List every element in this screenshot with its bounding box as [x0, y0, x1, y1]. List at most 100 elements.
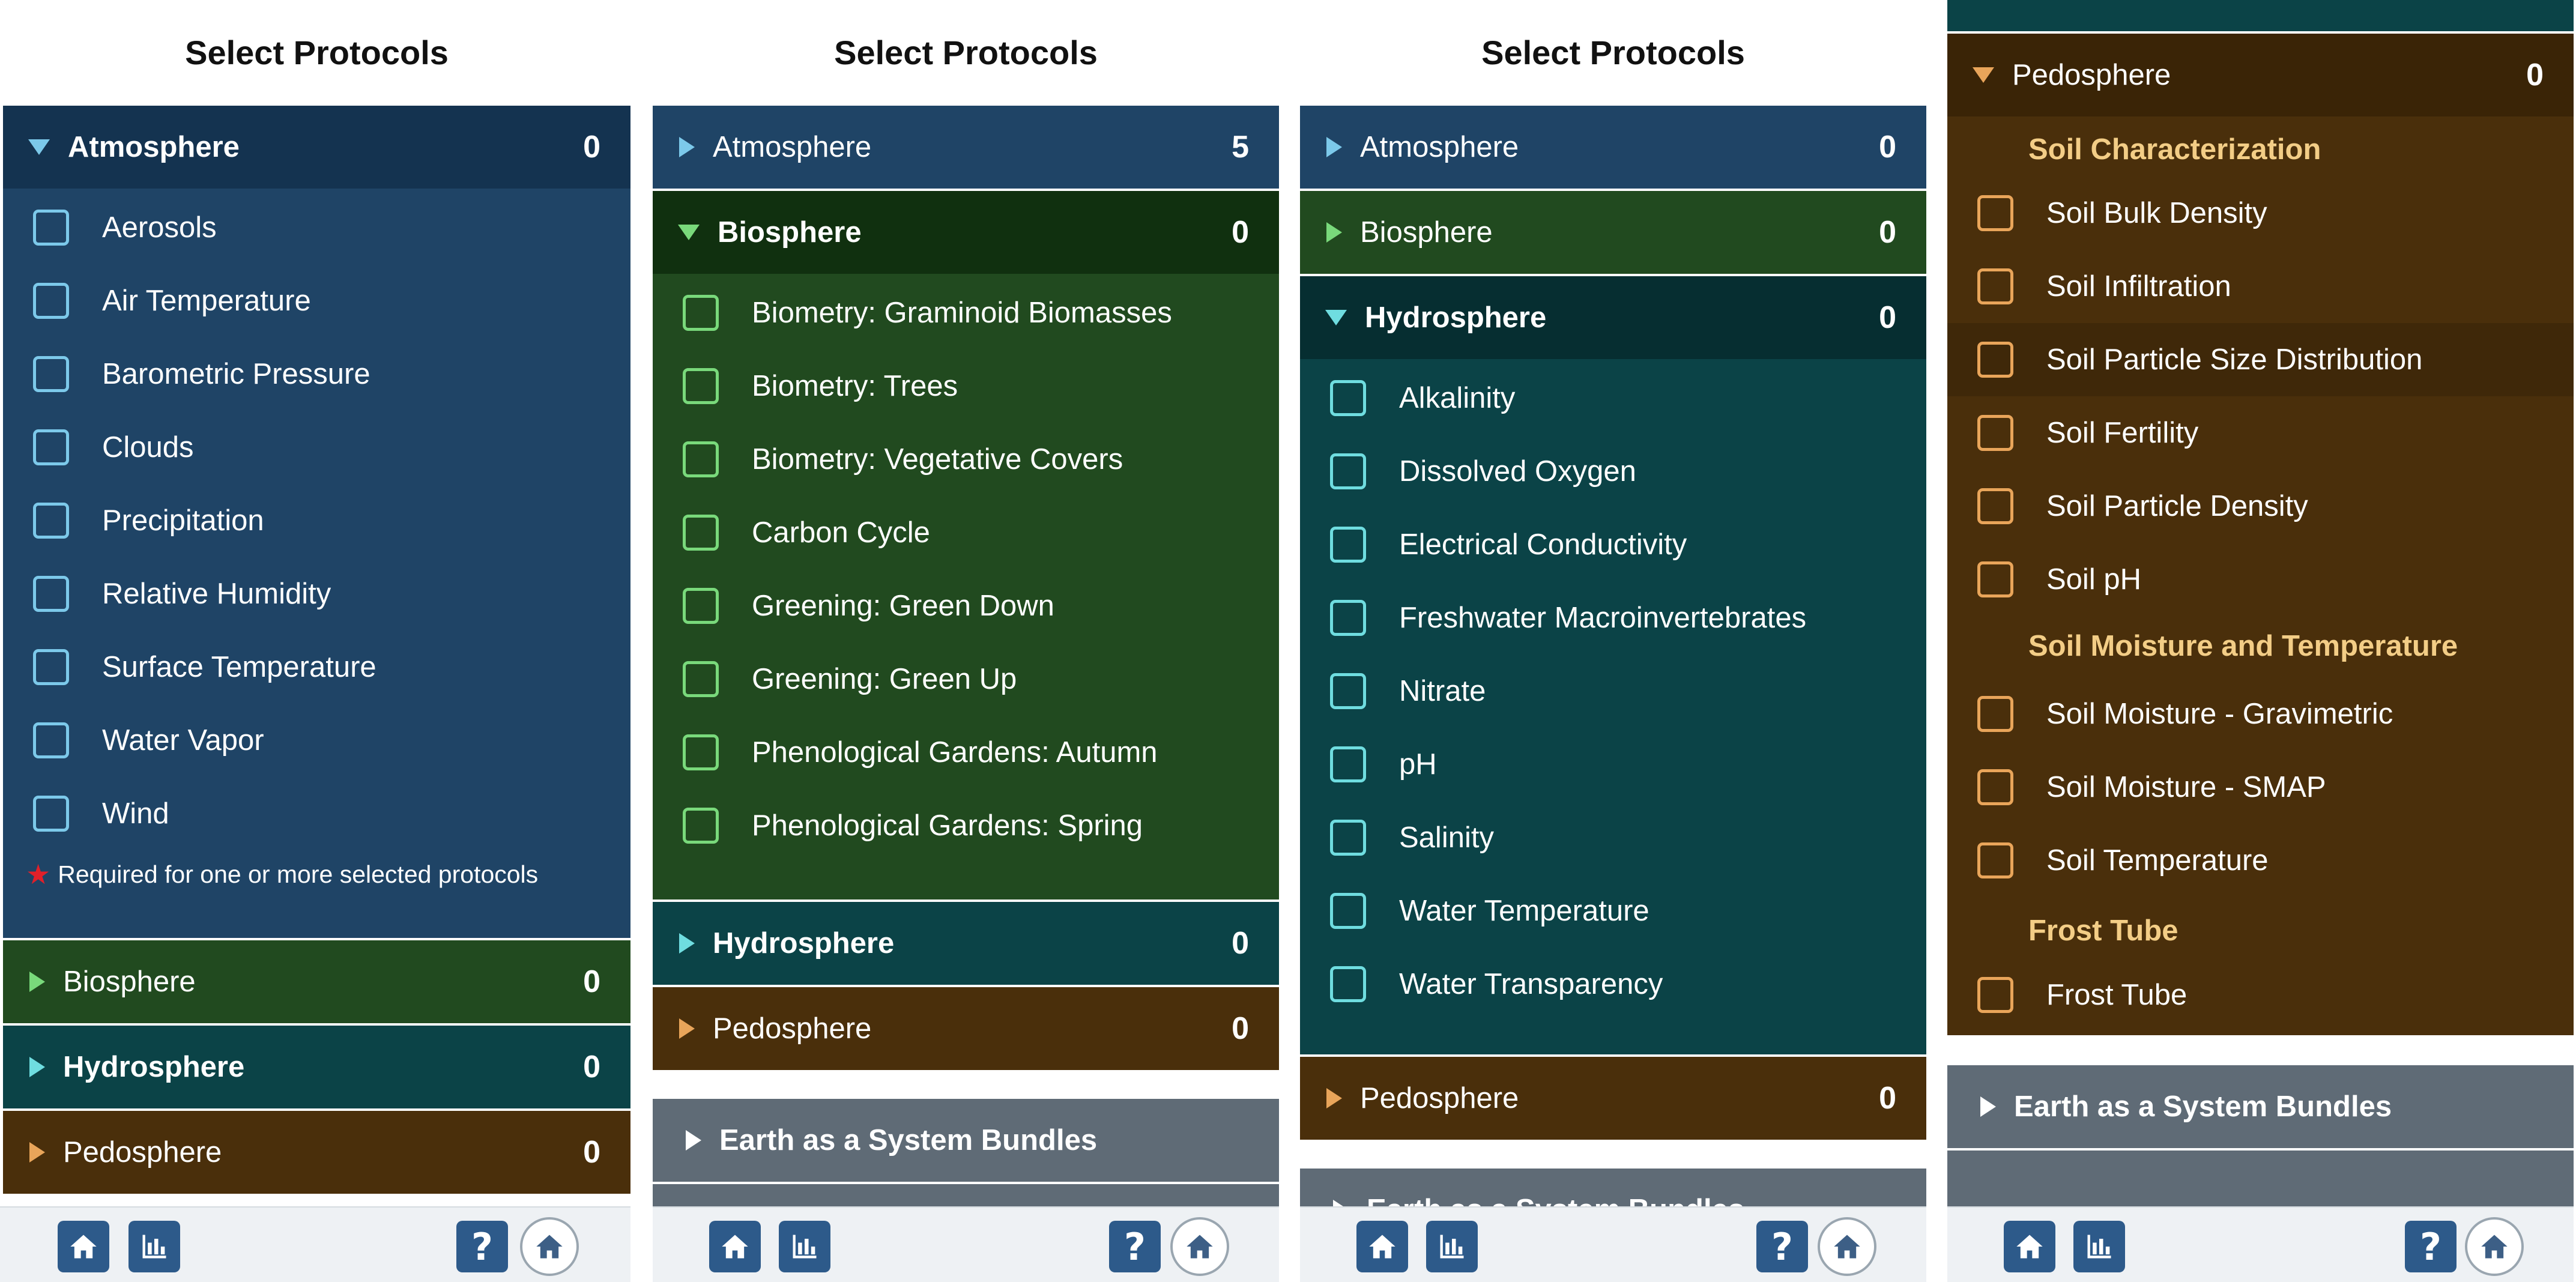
checkbox[interactable]: [1977, 488, 2013, 524]
checkbox[interactable]: [1977, 561, 2013, 597]
protocol-item-green-up[interactable]: Greening: Green Up: [653, 643, 1279, 716]
protocol-item-barometric-pressure[interactable]: Barometric Pressure: [3, 337, 630, 411]
checkbox[interactable]: [33, 796, 69, 832]
protocol-item-water-vapor[interactable]: Water Vapor: [3, 704, 630, 777]
biosphere-header[interactable]: Biosphere 0: [1300, 191, 1926, 274]
protocol-item-frost-tube[interactable]: Frost Tube: [1947, 958, 2574, 1032]
atmosphere-header[interactable]: Atmosphere 5: [653, 106, 1279, 189]
checkbox[interactable]: [33, 649, 69, 685]
checkbox[interactable]: [33, 503, 69, 539]
pedosphere-header[interactable]: Pedosphere 0: [3, 1111, 630, 1194]
checkbox[interactable]: [1977, 268, 2013, 304]
stats-button[interactable]: [2073, 1221, 2125, 1272]
protocol-item-graminoid[interactable]: Biometry: Graminoid Biomasses: [653, 276, 1279, 349]
protocol-item-surface-temperature[interactable]: Surface Temperature: [3, 630, 630, 704]
checkbox[interactable]: [1330, 380, 1366, 416]
stats-button[interactable]: [779, 1221, 830, 1272]
protocol-item-soil-infiltration[interactable]: Soil Infiltration: [1947, 250, 2574, 323]
checkbox[interactable]: [33, 283, 69, 319]
checkbox[interactable]: [1330, 453, 1366, 489]
protocol-item-trees[interactable]: Biometry: Trees: [653, 349, 1279, 423]
protocol-item-wind[interactable]: Wind: [3, 777, 630, 850]
protocol-item-air-temperature[interactable]: Air Temperature: [3, 264, 630, 337]
protocol-item-electrical-conductivity[interactable]: Electrical Conductivity: [1300, 508, 1926, 581]
globe-home-button[interactable]: [520, 1217, 579, 1276]
protocol-item-gardens-autumn[interactable]: Phenological Gardens: Autumn: [653, 716, 1279, 789]
protocol-item-aerosols[interactable]: Aerosols: [3, 191, 630, 264]
protocol-item-vegetative-covers[interactable]: Biometry: Vegetative Covers: [653, 423, 1279, 496]
checkbox[interactable]: [33, 429, 69, 465]
checkbox[interactable]: [1977, 195, 2013, 231]
biosphere-header[interactable]: Biosphere 0: [3, 940, 630, 1023]
home-button[interactable]: [1356, 1221, 1408, 1272]
protocol-item-soil-particle-size[interactable]: Soil Particle Size Distribution: [1947, 323, 2574, 396]
hydrosphere-header[interactable]: Hydrosphere 0: [653, 902, 1279, 985]
checkbox[interactable]: [683, 808, 719, 844]
checkbox[interactable]: [683, 295, 719, 331]
protocol-item-green-down[interactable]: Greening: Green Down: [653, 569, 1279, 643]
checkbox[interactable]: [33, 356, 69, 392]
protocol-item-ph[interactable]: pH: [1300, 728, 1926, 801]
help-button[interactable]: ?: [2405, 1221, 2457, 1272]
protocol-item-water-temperature[interactable]: Water Temperature: [1300, 874, 1926, 948]
protocol-item-soil-bulk-density[interactable]: Soil Bulk Density: [1947, 177, 2574, 250]
globe-home-button[interactable]: [1170, 1217, 1229, 1276]
checkbox[interactable]: [1330, 820, 1366, 856]
checkbox[interactable]: [1330, 673, 1366, 709]
protocol-item-relative-humidity[interactable]: Relative Humidity: [3, 557, 630, 630]
checkbox[interactable]: [683, 441, 719, 477]
hydrosphere-header[interactable]: Hydrosphere 0: [3, 1026, 630, 1108]
atmosphere-header[interactable]: Atmosphere 0: [3, 106, 630, 189]
hydrosphere-header[interactable]: Hydrosphere 0: [1300, 276, 1926, 359]
biosphere-header[interactable]: Biosphere 0: [653, 191, 1279, 274]
protocol-item-soil-particle-density[interactable]: Soil Particle Density: [1947, 470, 2574, 543]
atmosphere-header[interactable]: Atmosphere 0: [1300, 106, 1926, 189]
bundles-header[interactable]: Earth as a System Bundles: [1947, 1065, 2574, 1148]
bundles-header[interactable]: Earth as a System Bundles: [653, 1099, 1279, 1182]
protocol-item-clouds[interactable]: Clouds: [3, 411, 630, 484]
checkbox[interactable]: [1977, 342, 2013, 378]
protocol-item-dissolved-oxygen[interactable]: Dissolved Oxygen: [1300, 435, 1926, 508]
protocol-item-soil-temperature[interactable]: Soil Temperature: [1947, 824, 2574, 897]
protocol-item-soil-ph[interactable]: Soil pH: [1947, 543, 2574, 616]
help-button[interactable]: ?: [1109, 1221, 1161, 1272]
checkbox[interactable]: [683, 661, 719, 697]
help-button[interactable]: ?: [1756, 1221, 1808, 1272]
stats-button[interactable]: [1426, 1221, 1478, 1272]
checkbox[interactable]: [1330, 527, 1366, 563]
protocol-item-carbon-cycle[interactable]: Carbon Cycle: [653, 496, 1279, 569]
protocol-item-salinity[interactable]: Salinity: [1300, 801, 1926, 874]
checkbox[interactable]: [1330, 746, 1366, 782]
checkbox[interactable]: [683, 734, 719, 770]
checkbox[interactable]: [33, 210, 69, 246]
hydrosphere-header-partial[interactable]: [1947, 0, 2574, 31]
checkbox[interactable]: [683, 588, 719, 624]
protocol-item-alkalinity[interactable]: Alkalinity: [1300, 361, 1926, 435]
checkbox[interactable]: [683, 515, 719, 551]
protocol-item-macroinvertebrates[interactable]: Freshwater Macroinvertebrates: [1300, 581, 1926, 655]
protocol-item-soil-moisture-smap[interactable]: Soil Moisture - SMAP: [1947, 751, 2574, 824]
checkbox[interactable]: [1330, 893, 1366, 929]
checkbox[interactable]: [1977, 842, 2013, 878]
protocol-item-nitrate[interactable]: Nitrate: [1300, 655, 1926, 728]
pedosphere-header[interactable]: Pedosphere 0: [653, 987, 1279, 1070]
globe-home-button[interactable]: [2465, 1217, 2524, 1276]
home-button[interactable]: [58, 1221, 109, 1272]
checkbox[interactable]: [1330, 600, 1366, 636]
home-button[interactable]: [2004, 1221, 2055, 1272]
pedosphere-header[interactable]: Pedosphere 0: [1947, 34, 2574, 116]
help-button[interactable]: ?: [456, 1221, 508, 1272]
globe-home-button[interactable]: [1818, 1217, 1876, 1276]
checkbox[interactable]: [683, 368, 719, 404]
checkbox[interactable]: [33, 722, 69, 758]
checkbox[interactable]: [33, 576, 69, 612]
checkbox[interactable]: [1977, 977, 2013, 1013]
checkbox[interactable]: [1977, 696, 2013, 732]
checkbox[interactable]: [1330, 966, 1366, 1002]
pedosphere-header[interactable]: Pedosphere 0: [1300, 1057, 1926, 1140]
protocol-item-gardens-spring[interactable]: Phenological Gardens: Spring: [653, 789, 1279, 862]
home-button[interactable]: [709, 1221, 761, 1272]
protocol-item-soil-fertility[interactable]: Soil Fertility: [1947, 396, 2574, 470]
checkbox[interactable]: [1977, 769, 2013, 805]
checkbox[interactable]: [1977, 415, 2013, 451]
